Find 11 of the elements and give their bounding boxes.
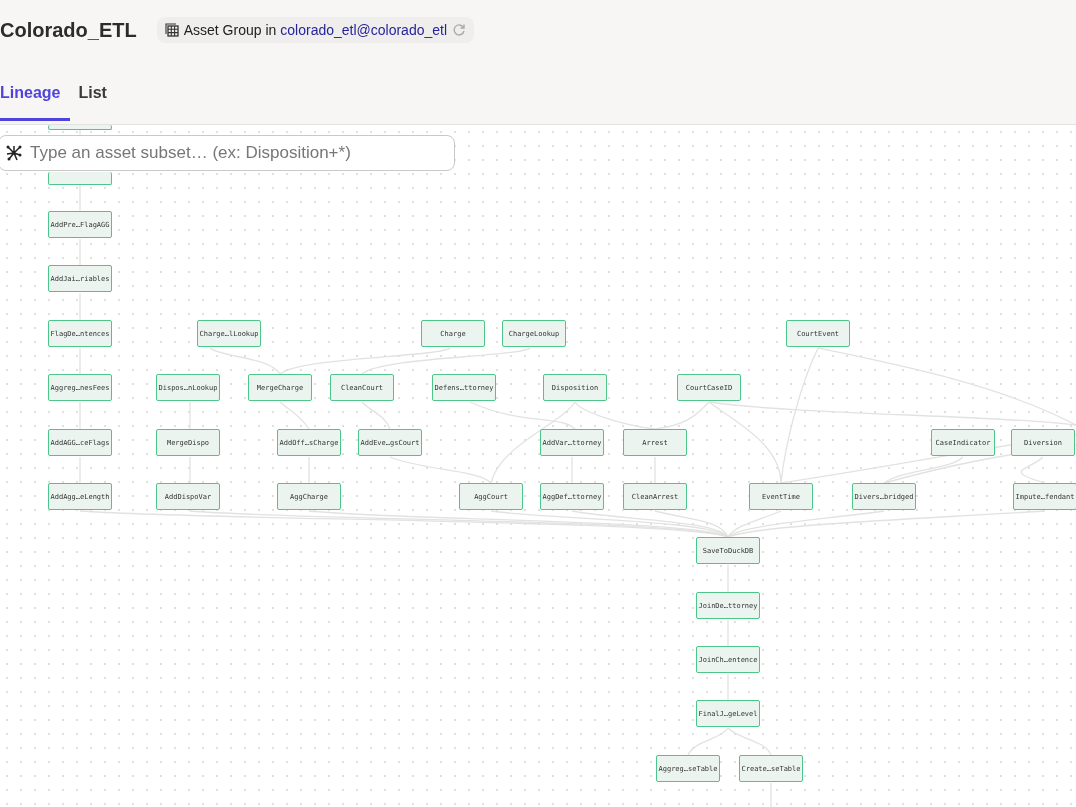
search-field[interactable]: Type an asset subset… (ex: Disposition+*) bbox=[0, 135, 455, 171]
asset-node[interactable] bbox=[48, 125, 112, 130]
refresh-icon[interactable] bbox=[452, 23, 467, 37]
badge-text: Asset Group in bbox=[183, 22, 277, 38]
table-icon bbox=[164, 23, 179, 37]
repository-link[interactable]: colorado_etl@colorado_etl bbox=[280, 22, 448, 38]
asset-node[interactable] bbox=[48, 172, 112, 185]
tab[interactable]: List bbox=[78, 78, 117, 121]
asset-selection-icon bbox=[6, 145, 22, 161]
page-title: Colorado_ETL bbox=[0, 18, 137, 42]
tab[interactable]: Lineage bbox=[0, 78, 71, 121]
